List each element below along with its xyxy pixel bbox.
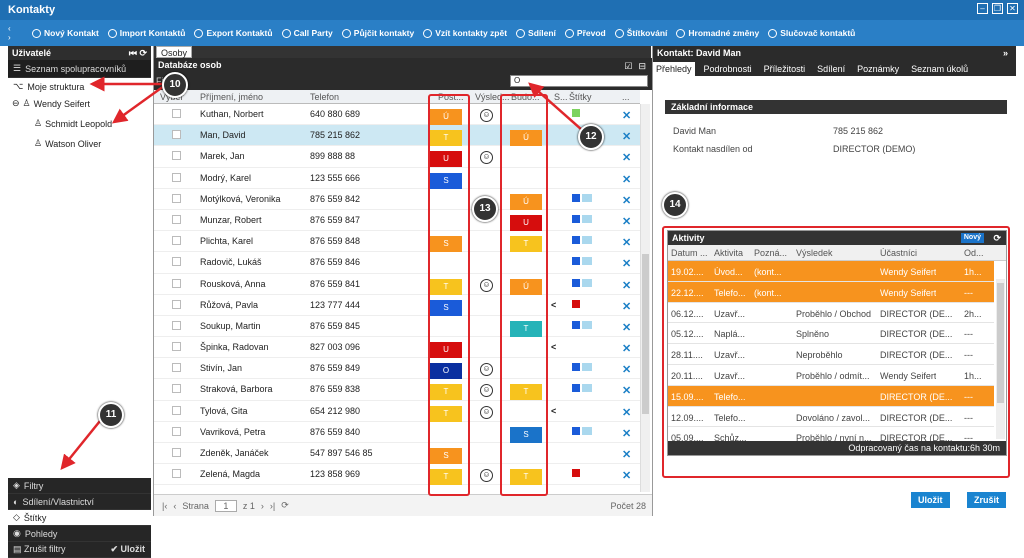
annotation-arrows xyxy=(60,76,583,470)
reset-filters-label: Zrušit filtry xyxy=(24,544,66,554)
callout-13: 13 xyxy=(472,196,498,222)
callout-14: 14 xyxy=(662,192,688,218)
save-filters-label: Uložit xyxy=(120,544,146,554)
arrow-to-search xyxy=(528,82,583,131)
save-filters-button[interactable]: ✔ Uložit xyxy=(110,544,145,555)
views-label: Pohledy xyxy=(24,528,58,539)
arrow-to-schmidt xyxy=(111,84,165,124)
callout-10: 10 xyxy=(162,72,188,98)
arrow-to-tags xyxy=(60,415,105,470)
check-icon: ✔ xyxy=(110,544,118,554)
app-window: Kontakty – ❐ ✕ ‹ › Nový Kontakt Import Kon… xyxy=(0,0,1024,558)
callout-12: 12 xyxy=(578,124,604,150)
filter-actions: ▤ Zrušit filtry ✔ Uložit xyxy=(8,542,151,558)
reset-filters-button[interactable]: ▤ Zrušit filtry xyxy=(13,544,66,555)
callout-11: 11 xyxy=(98,402,124,428)
views-item[interactable]: ◉ Pohledy xyxy=(8,526,151,542)
eye-icon: ◉ xyxy=(13,528,21,538)
trash-icon: ▤ xyxy=(13,544,22,554)
